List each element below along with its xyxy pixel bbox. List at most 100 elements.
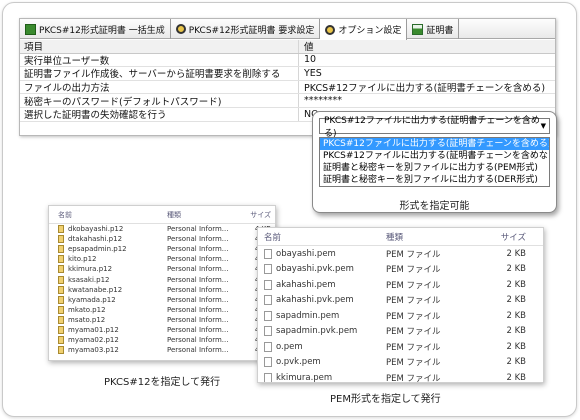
file-type: Personal Inform...: [167, 245, 229, 254]
row-value[interactable]: 10: [299, 54, 316, 67]
file-row[interactable]: kkimura.p12Personal Inform...4 KB: [49, 264, 275, 274]
file-name: akahashi.pem: [276, 279, 336, 290]
file-row[interactable]: epsapadmin.p12Personal Inform...4 KB: [49, 244, 275, 254]
file-name: akahashi.pvk.pem: [276, 295, 354, 306]
option-item[interactable]: 証明書と秘密キーを別ファイルに出力する(PEM形式): [320, 162, 549, 174]
file-row[interactable]: kwatanabe.p12Personal Inform...4 KB: [49, 285, 275, 295]
gear-icon: [175, 24, 186, 34]
row-item: 選択した証明書の失効確認を行う: [20, 107, 299, 121]
file-icon: [58, 315, 64, 324]
output-format-select[interactable]: PKCS#12ファイルに出力する(証明書チェーンを含める) ▼: [319, 116, 550, 139]
file-name-cell: kito.p12: [49, 255, 167, 264]
file-row[interactable]: kito.p12Personal Inform...4 KB: [49, 254, 275, 264]
file-icon: [58, 325, 64, 334]
file-name: kkimura.p12: [68, 265, 113, 274]
col-size[interactable]: サイズ: [243, 210, 271, 220]
col-type[interactable]: 種類: [167, 210, 243, 220]
option-item[interactable]: PKCS#12ファイルに出力する(証明書チェーンを含める): [320, 138, 549, 150]
file-row[interactable]: myama02.p12Personal Inform...4 KB: [49, 335, 275, 345]
file-name-cell: obayashi.pvk.pem: [258, 264, 386, 275]
pem-file-list: 名前 種類 サイズ obayashi.pem PEM ファイル 2 KB obayas…: [257, 227, 544, 383]
option-item[interactable]: 証明書と秘密キーを別ファイルに出力する(DER形式): [320, 174, 549, 186]
file-row[interactable]: obayashi.pvk.pem PEM ファイル 2 KB: [258, 262, 543, 278]
file-row[interactable]: sapadmin.pvk.pem PEM ファイル 2 KB: [258, 324, 543, 340]
file-row[interactable]: kkimura.pem PEM ファイル 2 KB: [258, 370, 543, 383]
row-value[interactable]: PKCS#12ファイルに出力する(証明書チェーンを含める): [299, 81, 545, 94]
file-name: dtakahashi.p12: [68, 235, 123, 244]
grid-row[interactable]: 証明書ファイル作成後、サーバーから証明書要求を削除する YES: [20, 67, 555, 81]
file-row[interactable]: o.pem PEM ファイル 2 KB: [258, 339, 543, 355]
file-row[interactable]: akahashi.pvk.pem PEM ファイル 2 KB: [258, 293, 543, 309]
file-row[interactable]: myama03.p12Personal Inform...4 KB: [49, 345, 275, 355]
file-row[interactable]: obayashi.pem PEM ファイル 2 KB: [258, 246, 543, 262]
gear-icon: [325, 24, 336, 35]
file-row[interactable]: dtakahashi.p12Personal Inform...4 KB: [49, 234, 275, 244]
tab-bulk-generate[interactable]: PKCS#12形式証明書 一括生成: [20, 19, 171, 39]
file-type: Personal Inform...: [167, 315, 229, 324]
file-icon: [58, 285, 64, 294]
file-name: kito.p12: [68, 255, 97, 264]
col-type[interactable]: 種類: [386, 231, 486, 243]
grid-row[interactable]: ファイルの出力方法 PKCS#12ファイルに出力する(証明書チェーンを含める): [20, 80, 555, 95]
file-row[interactable]: myama01.p12Personal Inform...4 KB: [49, 325, 275, 335]
file-size: 2 KB: [506, 372, 526, 383]
tab-option-settings[interactable]: オプション設定: [320, 19, 408, 40]
grid-row[interactable]: 秘密キーのパスワード(デフォルトパスワード) ********: [20, 94, 555, 108]
file-type: Personal Inform...: [167, 225, 229, 234]
file-type: Personal Inform...: [167, 275, 229, 284]
file-list-header: 名前 種類 サイズ: [49, 206, 275, 224]
file-icon: [264, 264, 272, 275]
file-size: 2 KB: [506, 295, 526, 306]
file-icon: [58, 245, 64, 254]
file-name-cell: kkimura.pem: [258, 372, 386, 382]
file-name: epsapadmin.p12: [68, 245, 127, 254]
tab-certificate[interactable]: 証明書: [407, 19, 460, 39]
file-name-cell: kyamada.p12: [49, 295, 167, 304]
select-value: PKCS#12ファイルに出力する(証明書チェーンを含める): [324, 116, 540, 139]
file-type: PEM ファイル: [386, 311, 441, 322]
file-name-cell: myama02.p12: [49, 336, 167, 345]
grid-row[interactable]: 実行単位ユーザー数 10: [20, 53, 555, 68]
option-item[interactable]: PKCS#12ファイルに出力する(証明書チェーンを含めない): [320, 150, 549, 162]
file-row[interactable]: akahashi.pem PEM ファイル 2 KB: [258, 277, 543, 293]
file-name: sapadmin.pvk.pem: [276, 326, 358, 337]
file-name-cell: dtakahashi.p12: [49, 235, 167, 244]
certificate-icon: [412, 23, 424, 35]
file-type: Personal Inform...: [167, 285, 229, 294]
col-size[interactable]: サイズ: [486, 231, 526, 243]
tab-bar: PKCS#12形式証明書 一括生成 PKCS#12形式証明書 要求設定 オプショ…: [20, 19, 555, 40]
row-item: 証明書ファイル作成後、サーバーから証明書要求を削除する: [20, 67, 299, 80]
file-icon: [58, 305, 64, 314]
file-row[interactable]: o.pvk.pem PEM ファイル 2 KB: [258, 355, 543, 371]
file-row[interactable]: kyamada.p12Personal Inform...4 KB: [49, 295, 275, 305]
file-type: PEM ファイル: [386, 327, 441, 338]
output-format-popup: PKCS#12ファイルに出力する(証明書チェーンを含める) ▼ PKCS#12フ…: [312, 111, 557, 213]
file-row[interactable]: ksasaki.p12Personal Inform...4 KB: [49, 274, 275, 284]
file-icon: [58, 255, 64, 264]
chevron-down-icon[interactable]: ▼: [541, 122, 546, 130]
col-name[interactable]: 名前: [258, 231, 386, 243]
output-format-options: PKCS#12ファイルに出力する(証明書チェーンを含める) PKCS#12ファイ…: [319, 137, 550, 187]
file-row[interactable]: msato.p12Personal Inform...4 KB: [49, 315, 275, 325]
row-value[interactable]: ********: [299, 94, 342, 107]
tab-request-settings[interactable]: PKCS#12形式証明書 要求設定: [171, 19, 321, 39]
file-name-cell: obayashi.pem: [258, 248, 386, 259]
file-name: mkato.p12: [68, 305, 106, 314]
file-name: obayashi.pem: [276, 248, 336, 259]
file-type: Personal Inform...: [167, 325, 229, 334]
file-name: kwatanabe.p12: [68, 285, 123, 294]
file-name: ksasaki.p12: [68, 275, 110, 284]
tab-label: PKCS#12形式証明書 一括生成: [39, 25, 165, 36]
file-name: msato.p12: [68, 315, 106, 324]
file-row[interactable]: dkobayashi.p12Personal Inform...4 KB: [49, 224, 275, 234]
file-row[interactable]: sapadmin.pem PEM ファイル 2 KB: [258, 308, 543, 324]
file-name-cell: msato.p12: [49, 315, 167, 324]
file-icon: [264, 372, 272, 382]
file-name-cell: o.pem: [258, 341, 386, 352]
file-type: Personal Inform...: [167, 346, 229, 355]
row-value[interactable]: YES: [299, 67, 322, 80]
col-name[interactable]: 名前: [49, 210, 167, 220]
file-row[interactable]: mkato.p12Personal Inform...4 KB: [49, 305, 275, 315]
file-type: PEM ファイル: [386, 358, 441, 369]
file-name-cell: myama03.p12: [49, 346, 167, 355]
